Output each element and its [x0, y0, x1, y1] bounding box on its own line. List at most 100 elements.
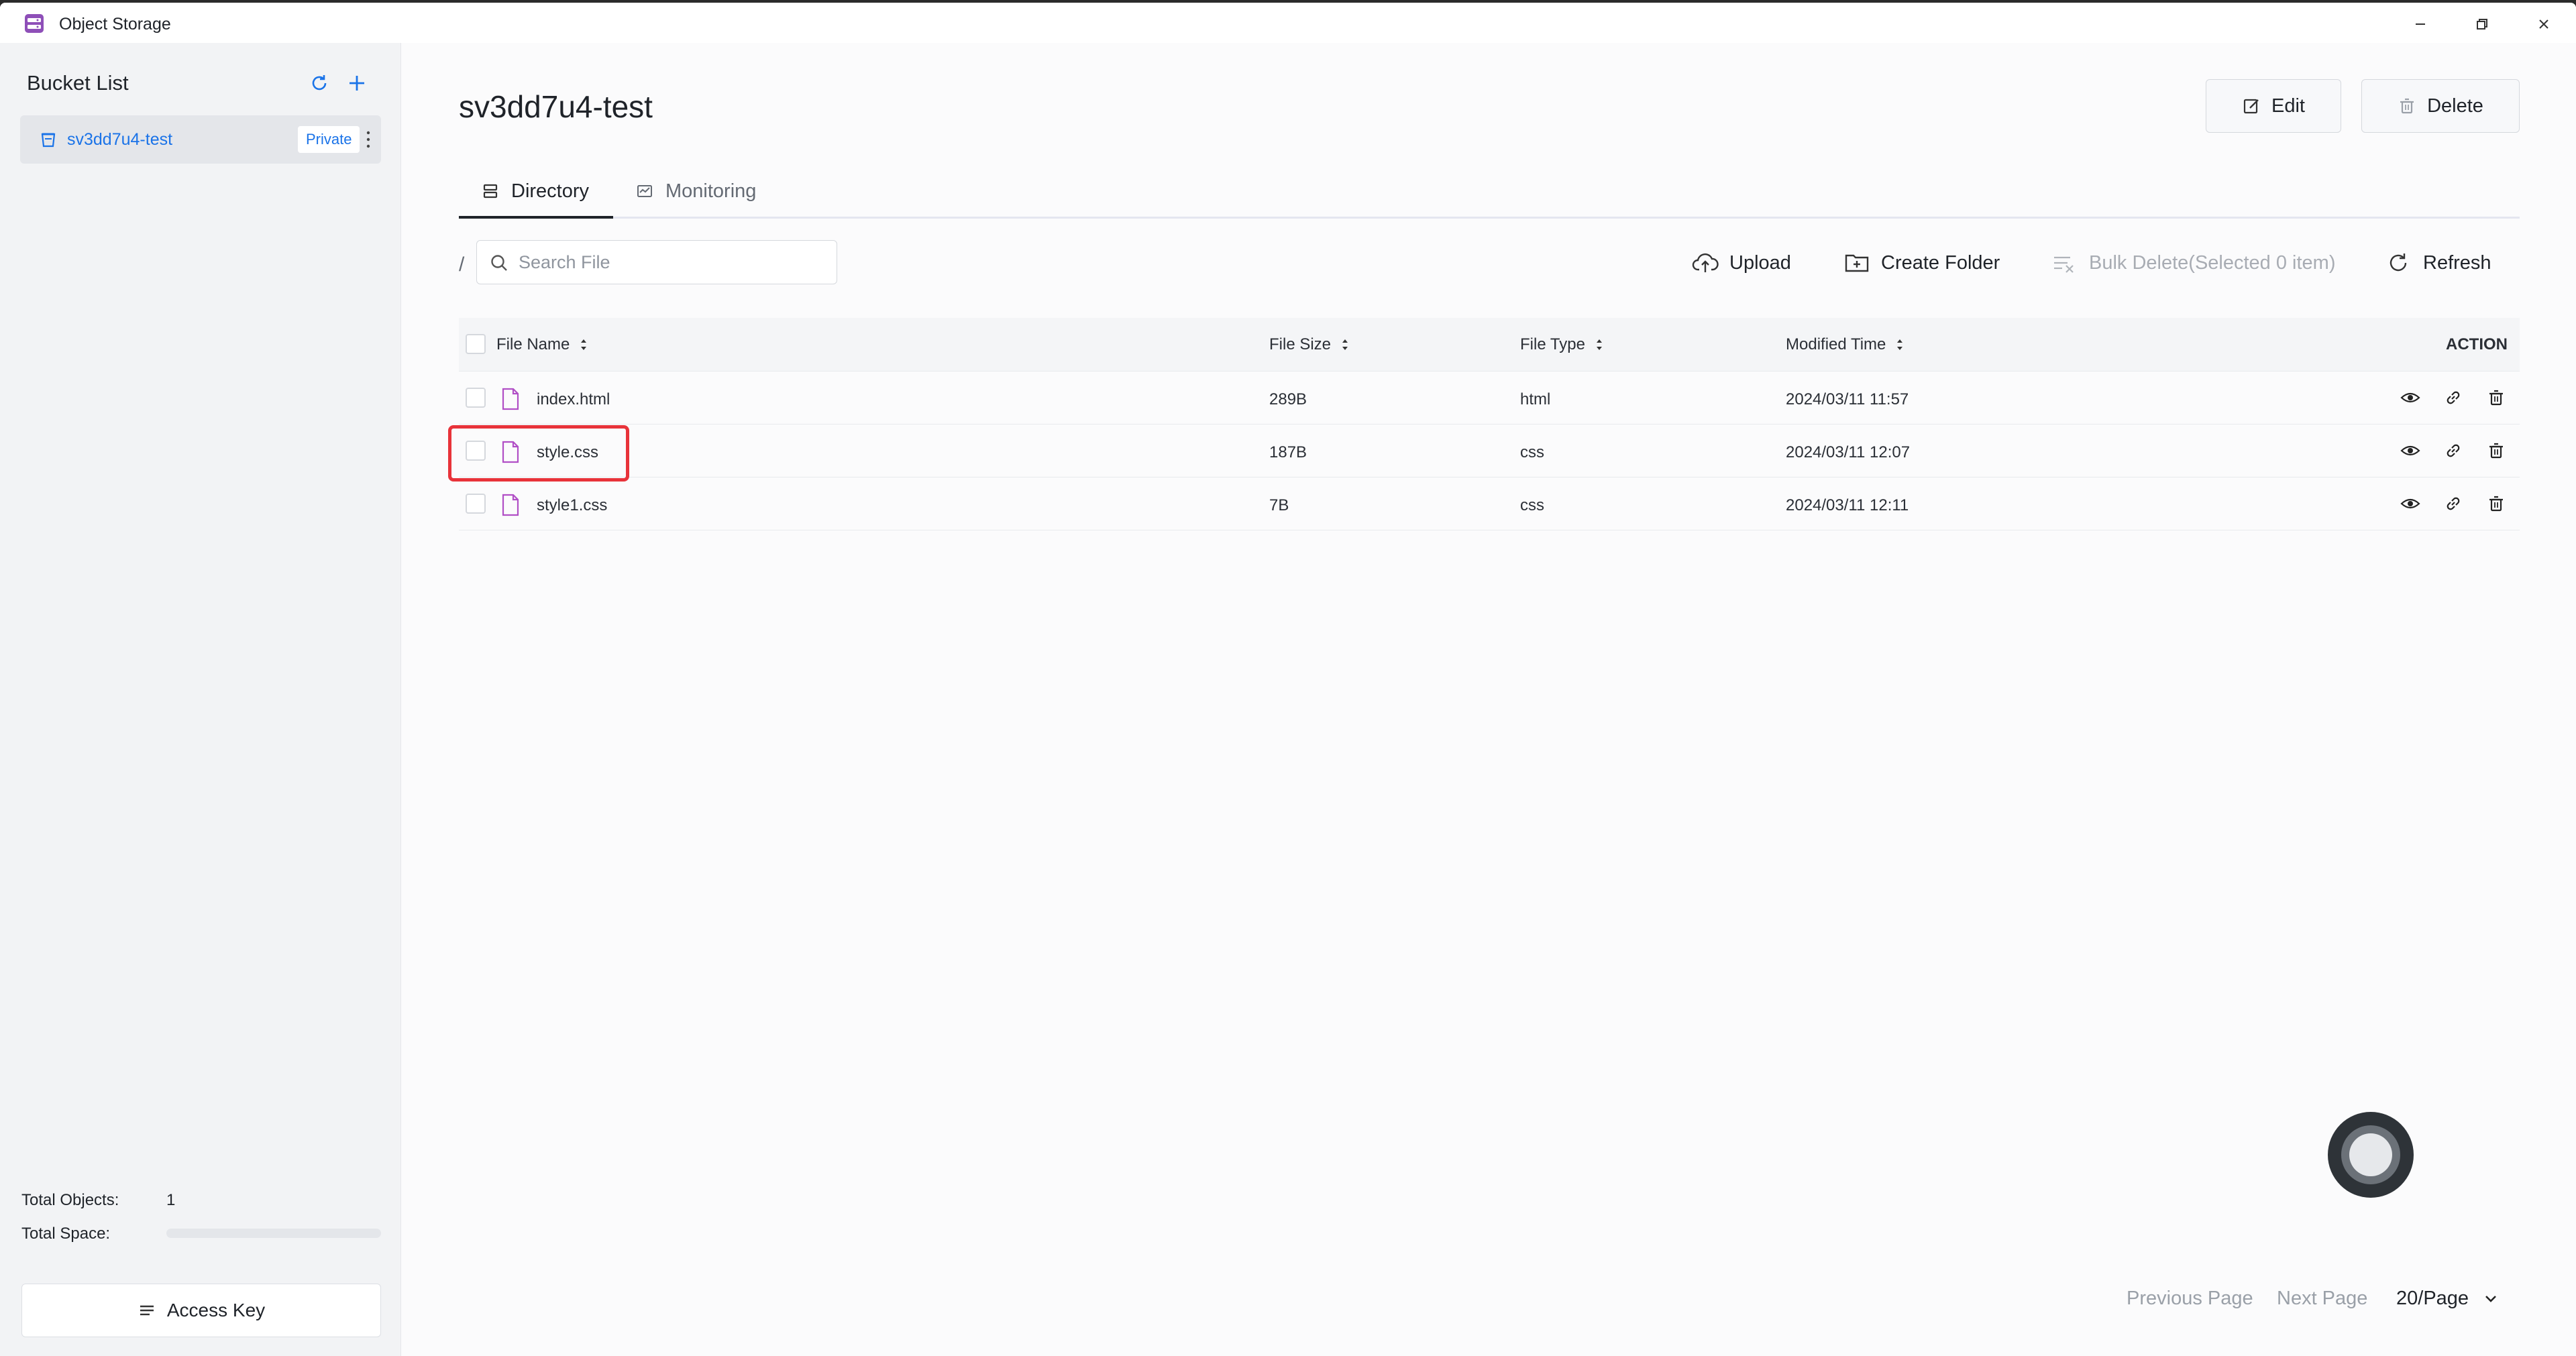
add-bucket-button[interactable] [343, 70, 370, 97]
path-breadcrumb[interactable]: / [459, 253, 464, 276]
bucket-list-title: Bucket List [27, 71, 129, 95]
file-type: css [1520, 443, 1544, 461]
bulk-delete-button[interactable]: Bulk Delete(Selected 0 item) [2051, 248, 2336, 278]
access-key-label: Access Key [166, 1300, 266, 1320]
next-page-button[interactable]: Next Page [2277, 1288, 2367, 1310]
create-folder-label: Create Folder [1881, 251, 2000, 274]
floating-button-ring [2341, 1125, 2400, 1184]
column-file-size-label: File Size [1269, 335, 1332, 353]
access-key-button[interactable]: Access Key [21, 1284, 381, 1337]
monitoring-icon [637, 185, 652, 197]
file-name[interactable]: style1.css [537, 496, 607, 515]
floating-assistive-button[interactable] [2328, 1112, 2414, 1198]
previous-page-button[interactable]: Previous Page [2127, 1288, 2253, 1310]
total-objects-label: Total Objects: [21, 1191, 119, 1209]
delete-file-icon[interactable] [2486, 441, 2506, 461]
refresh-icon [312, 75, 327, 91]
table-header: File Name File Size File Type Modified T… [459, 318, 2520, 372]
tab-directory[interactable]: Directory [482, 164, 589, 219]
chevron-down-icon [2485, 1295, 2496, 1302]
delete-bucket-button[interactable]: Delete [2361, 79, 2520, 133]
column-file-name-label: File Name [496, 335, 570, 353]
app-window: Object Storage Bucket List sv3dd7u4-test… [0, 3, 2576, 1356]
total-objects-value: 1 [166, 1191, 176, 1209]
file-name[interactable]: index.html [537, 390, 610, 409]
bucket-name: sv3dd7u4-test [67, 130, 173, 149]
copy-link-icon[interactable] [2443, 388, 2463, 408]
file-size: 7B [1269, 496, 1289, 514]
refresh-icon [2390, 253, 2407, 272]
bucket-access-badge: Private [298, 126, 360, 153]
create-folder-button[interactable]: Create Folder [1843, 248, 2000, 278]
table-row[interactable]: index.html 289B html 2024/03/11 11:57 [459, 372, 2520, 425]
file-type: html [1520, 390, 1551, 408]
file-icon [502, 388, 519, 410]
trash-icon [2400, 98, 2414, 114]
delete-label: Delete [2427, 95, 2483, 117]
title-bar: Object Storage [0, 3, 2576, 43]
refresh-buckets-button[interactable] [306, 70, 333, 97]
column-file-size[interactable]: File Size [1269, 335, 1350, 354]
bucket-icon [41, 133, 56, 148]
total-space-bar [166, 1229, 381, 1238]
refresh-files-button[interactable]: Refresh [2385, 248, 2491, 278]
sidebar: Bucket List sv3dd7u4-test Private Total … [0, 43, 401, 1356]
modified-time: 2024/03/11 12:11 [1786, 496, 1909, 514]
table-row[interactable]: style.css 187B css 2024/03/11 12:07 [459, 425, 2520, 477]
column-file-name[interactable]: File Name [496, 335, 588, 354]
column-modified-time-label: Modified Time [1786, 335, 1886, 353]
more-vertical-icon[interactable] [364, 127, 373, 152]
row-checkbox[interactable] [466, 494, 486, 514]
preview-eye-icon[interactable] [2400, 494, 2420, 514]
page-title: sv3dd7u4-test [459, 89, 653, 124]
upload-button[interactable]: Upload [1692, 248, 1791, 278]
delete-file-icon[interactable] [2486, 494, 2506, 514]
page-size-select[interactable]: 20/Page [2396, 1288, 2498, 1310]
cloud-upload-icon [1692, 253, 1719, 272]
main-panel: sv3dd7u4-test Edit Delete Directory Moni… [401, 43, 2576, 1356]
column-file-type[interactable]: File Type [1520, 335, 1604, 354]
active-tab-indicator [459, 216, 613, 219]
column-modified-time[interactable]: Modified Time [1786, 335, 1904, 354]
restore-icon [2477, 19, 2487, 30]
storage-app-icon [25, 14, 44, 33]
refresh-label: Refresh [2423, 251, 2491, 274]
column-file-type-label: File Type [1520, 335, 1585, 353]
tab-monitoring[interactable]: Monitoring [636, 164, 756, 219]
minimize-icon [2416, 23, 2425, 25]
preview-eye-icon[interactable] [2400, 441, 2420, 461]
floating-button-core [2349, 1133, 2392, 1176]
close-button[interactable] [2529, 11, 2559, 38]
list-icon [140, 1305, 154, 1316]
edit-icon [2243, 99, 2259, 114]
sort-icon [1342, 339, 1348, 350]
search-icon [491, 255, 507, 271]
copy-link-icon[interactable] [2443, 494, 2463, 514]
upload-label: Upload [1729, 251, 1791, 274]
minimize-button[interactable] [2406, 11, 2435, 38]
bucket-item[interactable]: sv3dd7u4-test Private [20, 115, 381, 164]
directory-icon [483, 184, 498, 199]
column-action: ACTION [2446, 335, 2508, 354]
file-type: css [1520, 496, 1544, 514]
restore-button[interactable] [2467, 11, 2497, 38]
modified-time: 2024/03/11 12:07 [1786, 443, 1911, 461]
file-size: 187B [1269, 443, 1307, 461]
edit-label: Edit [2271, 95, 2305, 117]
modified-time: 2024/03/11 11:57 [1786, 390, 1909, 408]
row-checkbox[interactable] [466, 388, 486, 408]
column-action-label: ACTION [2446, 335, 2508, 353]
sort-icon [1596, 339, 1602, 350]
copy-link-icon[interactable] [2443, 441, 2463, 461]
table-row[interactable]: style1.css 7B css 2024/03/11 12:11 [459, 477, 2520, 530]
search-box [476, 240, 837, 284]
file-size: 289B [1269, 390, 1307, 408]
delete-file-icon[interactable] [2486, 388, 2506, 408]
page-size-label: 20/Page [2396, 1288, 2469, 1309]
select-all-checkbox[interactable] [466, 334, 486, 354]
preview-eye-icon[interactable] [2400, 388, 2420, 408]
search-input[interactable] [519, 249, 827, 276]
total-space-label: Total Space: [21, 1225, 111, 1243]
edit-button[interactable]: Edit [2206, 79, 2341, 133]
tab-monitoring-label: Monitoring [665, 180, 757, 202]
